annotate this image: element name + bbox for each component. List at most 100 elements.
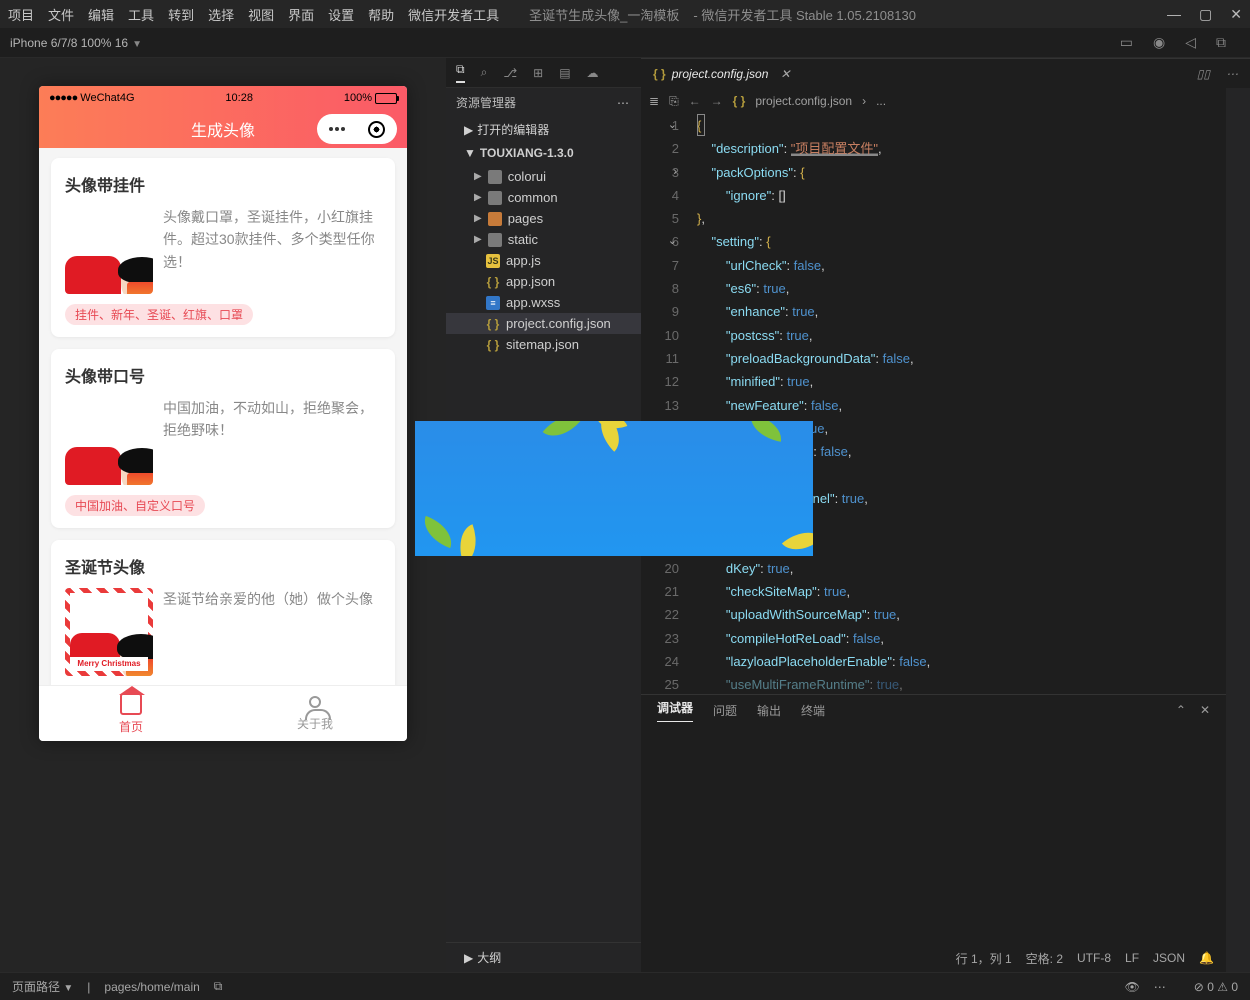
bottom-panel: 调试器 问题 输出 终端 ⌃ ✕ 行 1，列 1 空格: 2 UTF-8 [641,694,1226,972]
cursor-position[interactable]: 行 1，列 1 [956,950,1012,967]
card-item[interactable]: 头像带挂件 头像戴口罩，圣诞挂件，小红旗挂件。超过30款挂件、多个类型任你选！ … [51,158,395,337]
menu-item[interactable]: 项目 [8,5,34,24]
encoding[interactable]: UTF-8 [1077,951,1111,965]
forward-icon[interactable]: → [711,94,723,108]
card-desc: 中国加油，不动如山，拒绝聚会，拒绝野味！ [163,397,381,485]
indent-info[interactable]: 空格: 2 [1026,950,1063,967]
card-title: 头像带挂件 [65,172,381,196]
phone-frame: ●●●●● WeChat4G 10:28 100% 生成头像 头像带挂件 [39,86,407,741]
card-tags: 中国加油、自定义口号 [65,495,205,516]
file-item[interactable]: { }app.json [446,271,641,292]
record-icon[interactable]: ◉ [1153,34,1165,51]
menu-item[interactable]: 微信开发者工具 [408,5,499,24]
outline-section[interactable]: ▶大纲 [446,942,641,972]
home-icon [120,693,142,715]
status-time: 10:28 [225,92,253,104]
maximize-icon[interactable]: ▢ [1199,6,1212,23]
list-icon[interactable]: ≣ [649,94,659,108]
open-editors-section[interactable]: ▶打开的编辑器 [446,117,641,142]
menu-item[interactable]: 选择 [208,5,234,24]
menu-item[interactable]: 工具 [128,5,154,24]
close-icon[interactable]: ✕ [1230,6,1242,23]
phone-icon[interactable]: ▭ [1120,34,1133,51]
menu-item[interactable]: 帮助 [368,5,394,24]
activity-bar: ⧉ ⌕ ⎇ ⊞ ▤ ☁ [446,58,641,88]
window-subtitle: - 微信开发者工具 Stable 1.05.2108130 [693,5,916,24]
card-item[interactable]: 头像带口号 中国加油，不动如山，拒绝聚会，拒绝野味！ 中国加油、自定义口号 [51,349,395,528]
folder-item[interactable]: ▶static [446,229,641,250]
expand-icon[interactable]: ⧉ [1216,34,1226,51]
menu-item[interactable]: 编辑 [88,5,114,24]
folder-item[interactable]: ▶colorui [446,166,641,187]
folder-item[interactable]: ▶pages [446,208,641,229]
more-icon[interactable]: ⋯ [1154,980,1166,994]
folder-item[interactable]: ▶common [446,187,641,208]
file-item-active[interactable]: { }project.config.json [446,313,641,334]
explorer-title: 资源管理器 [456,94,516,111]
language-mode[interactable]: JSON [1153,951,1185,965]
menu-item[interactable]: 设置 [328,5,354,24]
cloud-icon[interactable]: ☁ [587,66,599,80]
copy-icon[interactable]: ⧉ [214,979,223,994]
card-desc: 头像戴口罩，圣诞挂件，小红旗挂件。超过30款挂件、多个类型任你选！ [163,206,381,294]
avatar-preview [65,206,153,294]
user-icon [309,696,321,708]
eol[interactable]: LF [1125,951,1139,965]
page-path-label[interactable]: 页面路径 ▼ [12,978,73,995]
output-tab[interactable]: 输出 [757,702,781,719]
collapse-icon[interactable]: ⌃ [1176,703,1186,717]
more-icon[interactable]: ⋯ [1226,67,1238,81]
eye-icon[interactable]: 👁 [1125,980,1140,994]
explorer-more-icon[interactable]: ⋯ [617,96,631,110]
tab-bar: 首页 关于我 [39,685,407,741]
breadcrumb-extra[interactable]: ... [876,94,886,108]
mute-icon[interactable]: ◁ [1185,34,1196,51]
project-root[interactable]: ▼TOUXIANG-1.3.0 [446,142,641,164]
db-icon[interactable]: ▤ [559,66,570,80]
capsule-button[interactable] [317,114,397,144]
card-title: 圣诞节头像 [65,554,381,578]
page-content[interactable]: 头像带挂件 头像戴口罩，圣诞挂件，小红旗挂件。超过30款挂件、多个类型任你选！ … [39,148,407,685]
search-icon[interactable]: ⌕ [481,65,488,80]
card-desc: 圣诞节给亲爱的他（她）做个头像 [163,588,381,676]
avatar-preview: Merry Christmas [65,588,153,676]
minimize-icon[interactable]: — [1167,6,1181,23]
menu-item[interactable]: 视图 [248,5,274,24]
close-tab-icon[interactable]: ✕ [780,67,790,81]
problems-tab[interactable]: 问题 [713,702,737,719]
more-icon[interactable] [329,127,345,131]
battery-icon [375,93,397,104]
cursor [697,114,705,136]
split-icon[interactable]: ▯▯ [1197,67,1210,81]
close-ring-icon[interactable] [368,121,385,138]
card-item[interactable]: 圣诞节头像 Merry Christmas 圣诞节给亲爱的他（她）做个头像 圣诞… [51,540,395,685]
bookmark-icon[interactable]: ⎘ [669,94,679,109]
close-panel-icon[interactable]: ✕ [1200,703,1210,717]
nav-title: 生成头像 [191,117,255,141]
file-item[interactable]: { }sitemap.json [446,334,641,355]
json-icon: { } [653,67,666,81]
page-path[interactable]: pages/home/main [104,980,199,994]
breadcrumb[interactable]: project.config.json [755,94,852,108]
card-title: 头像带口号 [65,363,381,387]
back-icon[interactable]: ← [689,94,701,108]
terminal-tab[interactable]: 终端 [801,702,825,719]
editor-tab[interactable]: { } project.config.json ✕ ▯▯ ⋯ [641,58,1250,88]
editor-statusbar: 行 1，列 1 空格: 2 UTF-8 LF JSON 🔔 [944,944,1226,972]
minimap-gutter [1226,88,1250,972]
tab-home[interactable]: 首页 [39,686,223,741]
menu-item[interactable]: 转到 [168,5,194,24]
device-selector[interactable]: iPhone 6/7/8 100% 16▼ [10,36,142,50]
menu-item[interactable]: 界面 [288,5,314,24]
git-icon[interactable]: ⎇ [503,66,517,80]
explorer-icon[interactable]: ⧉ [456,62,465,83]
debugger-tab[interactable]: 调试器 [657,699,693,722]
ext-icon[interactable]: ⊞ [533,66,543,80]
tab-about[interactable]: 关于我 [223,686,407,741]
avatar-preview [65,397,153,485]
file-item[interactable]: JSapp.js [446,250,641,271]
json-icon: { } [733,94,746,108]
bell-icon[interactable]: 🔔 [1199,951,1214,965]
menu-item[interactable]: 文件 [48,5,74,24]
file-item[interactable]: ≡app.wxss [446,292,641,313]
